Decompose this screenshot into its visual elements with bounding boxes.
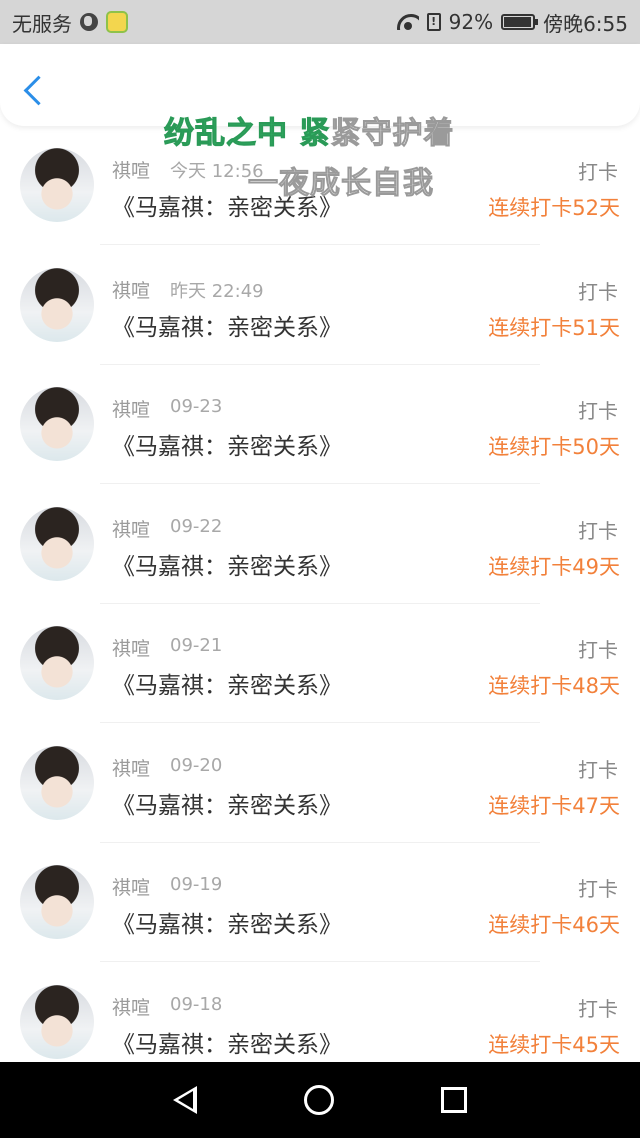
checkin-time: 09-22 <box>170 515 223 537</box>
checkin-time: 09-18 <box>170 993 223 1015</box>
checkin-label: 打卡 <box>578 518 618 543</box>
status-right: ! 92% 傍晚6:55 <box>396 8 628 37</box>
streak-label: 连续打卡48天 <box>488 674 620 698</box>
avatar[interactable] <box>20 745 94 820</box>
checkin-title: 《马嘉祺：亲密关系》 <box>112 673 342 699</box>
avatar[interactable] <box>20 506 94 581</box>
checkin-time: 昨天 22:49 <box>170 280 264 302</box>
checkin-label: 打卡 <box>578 996 618 1021</box>
checkin-title: 《马嘉祺：亲密关系》 <box>112 1031 342 1058</box>
user-name: 祺喧 <box>112 638 151 660</box>
checkin-time: 09-21 <box>170 635 223 656</box>
checkin-title: 《马嘉祺：亲密关系》 <box>112 553 342 580</box>
checkin-label: 打卡 <box>578 279 618 304</box>
user-name: 祺喧 <box>112 160 151 182</box>
battery-icon <box>501 14 539 30</box>
back-button[interactable] <box>20 72 50 108</box>
streak-label: 连续打卡45天 <box>488 1032 620 1057</box>
globe-icon <box>80 13 98 31</box>
checkin-label: 打卡 <box>578 877 618 901</box>
lyric-overlay-line1: 纷乱之中 紧紧守护着 <box>163 108 455 152</box>
checkin-list: 祺喧 今天 12:56 《马嘉祺：亲密关系》 打卡 连续打卡52天 祺喧 昨天 … <box>0 126 640 1082</box>
streak-label: 连续打卡46天 <box>488 913 620 937</box>
checkin-time: 09-23 <box>170 396 223 417</box>
checkin-row[interactable]: 祺喧 昨天 22:49 《马嘉祺：亲密关系》 打卡 连续打卡51天 <box>0 246 640 366</box>
user-name: 祺喧 <box>112 996 151 1019</box>
nav-recent-apps-icon[interactable] <box>440 1087 467 1113</box>
streak-label: 连续打卡52天 <box>488 196 620 220</box>
lyric-overlay-line2: 一夜成长自我 <box>248 166 434 202</box>
status-bar: 无服务 ! 92% 傍晚6:55 <box>0 0 640 44</box>
checkin-row[interactable]: 祺喧 09-20 《马嘉祺：亲密关系》 打卡 连续打卡47天 <box>0 724 640 844</box>
user-name: 祺喧 <box>112 518 151 541</box>
avatar[interactable] <box>20 148 94 222</box>
avatar[interactable] <box>20 865 94 939</box>
checkin-row[interactable]: 祺喧 09-22 《马嘉祺：亲密关系》 打卡 连续打卡49天 <box>0 485 640 605</box>
avatar[interactable] <box>20 387 94 461</box>
checkin-time: 09-19 <box>170 874 223 895</box>
carrier-text: 无服务 <box>12 11 72 36</box>
nav-back-icon[interactable] <box>173 1086 198 1114</box>
avatar[interactable] <box>20 626 94 700</box>
lyric-rest: 紧守护着 <box>330 116 455 152</box>
checkin-row[interactable]: 祺喧 09-19 《马嘉祺：亲密关系》 打卡 连续打卡46天 <box>0 843 640 963</box>
user-name: 祺喧 <box>112 399 151 421</box>
checkin-title: 《马嘉祺：亲密关系》 <box>112 912 342 938</box>
checkin-label: 打卡 <box>578 757 618 782</box>
lyric-highlight: 纷乱之中 紧 <box>163 116 331 152</box>
system-nav-bar <box>0 1062 640 1138</box>
checkin-title: 《马嘉祺：亲密关系》 <box>112 434 342 460</box>
checkin-title: 《马嘉祺：亲密关系》 <box>112 314 342 341</box>
user-name: 祺喧 <box>112 757 151 780</box>
battery-percent: 92% <box>448 10 494 34</box>
checkin-label: 打卡 <box>578 638 618 662</box>
streak-label: 连续打卡51天 <box>488 315 620 340</box>
user-name: 祺喧 <box>112 279 151 302</box>
checkin-row[interactable]: 祺喧 09-21 《马嘉祺：亲密关系》 打卡 连续打卡48天 <box>0 604 640 724</box>
wifi-icon <box>396 14 419 30</box>
checkin-row[interactable]: 祺喧 09-23 《马嘉祺：亲密关系》 打卡 连续打卡50天 <box>0 365 640 485</box>
checkin-time: 09-20 <box>170 754 223 776</box>
checkin-title: 《马嘉祺：亲密关系》 <box>112 792 342 819</box>
app-notification-icon <box>106 11 128 33</box>
streak-label: 连续打卡50天 <box>488 435 620 459</box>
sim-alert-icon: ! <box>426 13 441 31</box>
avatar[interactable] <box>20 984 94 1059</box>
clock-text: 傍晚6:55 <box>543 11 628 36</box>
nav-home-icon[interactable] <box>303 1085 334 1115</box>
user-name: 祺喧 <box>112 877 151 899</box>
checkin-label: 打卡 <box>578 160 618 184</box>
streak-label: 连续打卡49天 <box>488 554 620 579</box>
avatar[interactable] <box>20 267 94 342</box>
checkin-label: 打卡 <box>578 399 618 423</box>
status-left: 无服务 <box>12 8 128 37</box>
streak-label: 连续打卡47天 <box>488 793 620 818</box>
